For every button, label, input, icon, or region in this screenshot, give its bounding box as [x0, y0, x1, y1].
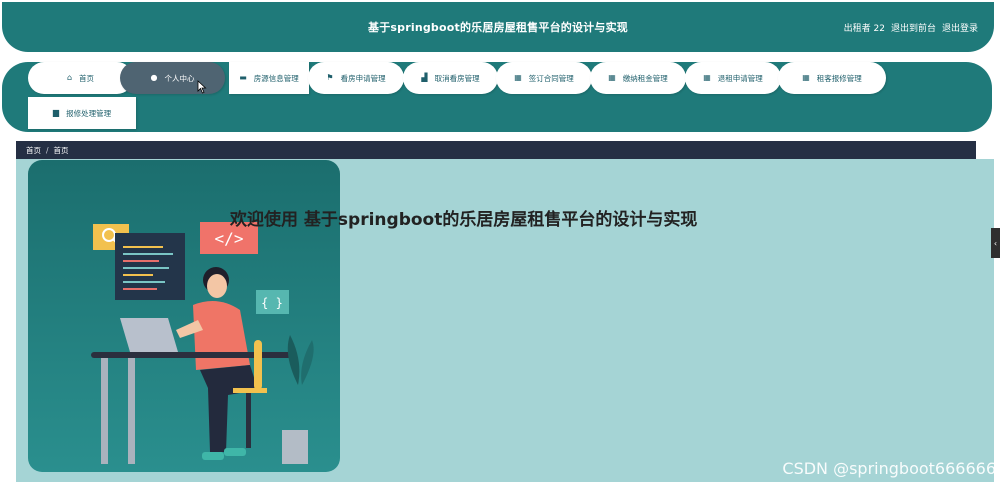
person-head [207, 274, 227, 298]
top-header: 基于springboot的乐居房屋租售平台的设计与实现 出租者 22 退出到前台… [2, 2, 994, 52]
comment-icon: ▬ [239, 73, 247, 82]
back-to-front-link[interactable]: 退出到前台 [891, 21, 936, 34]
csdn-watermark: CSDN @springboot666666 [782, 459, 996, 478]
breadcrumb-home[interactable]: 首页 [26, 145, 41, 156]
nav-item-viewing-apply[interactable]: ⚑ 看房申请管理 [308, 62, 404, 94]
nav-panel: ⌂ 首页 ● 个人中心 ▬ 房源信息管理 ⚑ 看房申请管理 ▟ 取消看房管理 ▦… [2, 62, 992, 132]
nav-item-home[interactable]: ⌂ 首页 [28, 62, 133, 94]
nav-item-repair-process[interactable]: ▆ 报修处理管理 [28, 97, 136, 129]
plant-pot [282, 430, 308, 464]
mouse-cursor-icon [197, 80, 207, 94]
chair [254, 340, 262, 390]
grid-icon: ▦ [608, 73, 616, 82]
thumb-icon: ▟ [421, 73, 428, 82]
user-menu: 出租者 22 退出到前台 退出登录 [844, 21, 978, 34]
welcome-heading: 欢迎使用 基于springboot的乐居房屋租售平台的设计与实现 [230, 210, 698, 230]
nav-item-tenant-repair[interactable]: ▦ 租客报修管理 [778, 62, 886, 94]
briefcase-icon: ▆ [52, 108, 60, 117]
nav-item-checkout-apply[interactable]: ▦ 退租申请管理 [685, 62, 781, 94]
grid-icon: ▦ [703, 73, 711, 82]
nav-item-house-info[interactable]: ▬ 房源信息管理 [229, 62, 309, 94]
user-label: 出租者 22 [843, 24, 885, 34]
nav-item-contract[interactable]: ▦ 签订合同管理 [496, 62, 592, 94]
grid-icon: ▦ [514, 73, 522, 82]
user-icon: ● [150, 73, 158, 82]
laptop [120, 318, 178, 352]
grid-icon: ▦ [802, 73, 810, 82]
flag-icon: ⚑ [326, 73, 334, 82]
breadcrumb-separator: / [46, 145, 49, 155]
home-icon: ⌂ [66, 73, 73, 82]
breadcrumb: 首页 / 首页 [16, 141, 976, 159]
logout-link[interactable]: 退出登录 [942, 21, 978, 34]
breadcrumb-current: 首页 [53, 145, 69, 155]
side-toggle-tab[interactable]: ‹ [991, 228, 1000, 258]
nav-item-rent-payment[interactable]: ▦ 缴纳租金管理 [590, 62, 686, 94]
braces-text: { } [261, 296, 283, 310]
nav-item-cancel-viewing[interactable]: ▟ 取消看房管理 [403, 62, 498, 94]
code-tag-text: </> [215, 229, 244, 248]
nav-item-personal-center[interactable]: ● 个人中心 [120, 62, 225, 94]
